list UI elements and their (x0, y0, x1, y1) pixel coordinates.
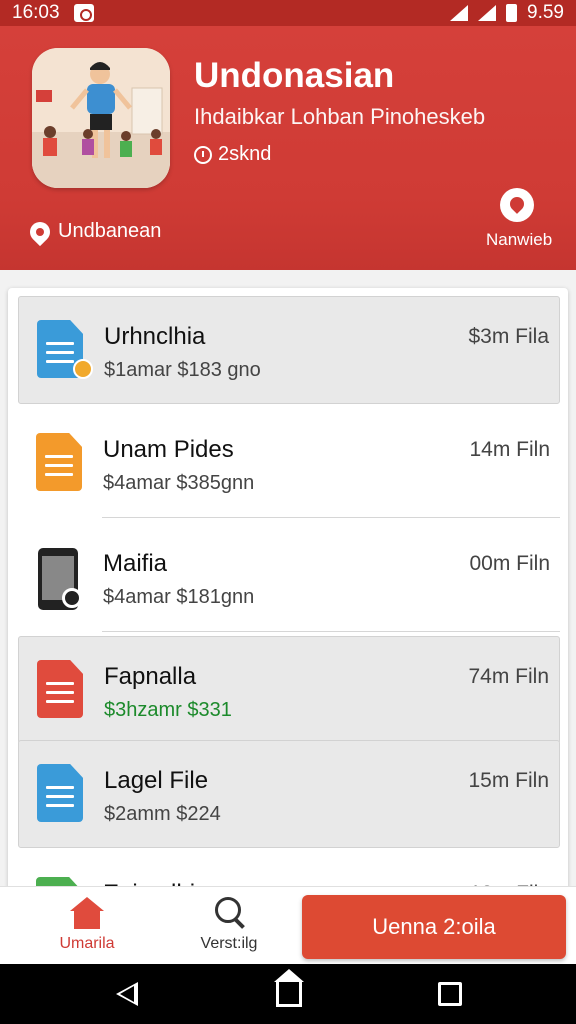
file-list-item[interactable]: Fapnalla $3hzamr $331 74m Filn (18, 636, 560, 744)
home-button-icon[interactable] (274, 969, 304, 1007)
file-list-item[interactable]: Lagel File $2amm $224 15m Filn (18, 740, 560, 848)
file-size: $3m Fila (468, 325, 549, 348)
file-name: Lagel File (104, 767, 209, 794)
status-time: 16:03 (12, 2, 60, 23)
document-icon (36, 433, 82, 491)
location-link[interactable]: Undbanean (25, 217, 162, 246)
file-meta: $2amm $224 (104, 803, 221, 825)
nav-search-label: Verst:ilg (200, 935, 258, 952)
wifi-icon (478, 5, 497, 21)
navigate-button[interactable]: Nanwieb (486, 188, 552, 250)
file-name: Unam Pides (103, 436, 234, 463)
app-subtitle: Ihdaibkar Lohban Pinoheskeb (194, 104, 486, 129)
primary-action-button[interactable]: Uenna 2:oila (302, 895, 566, 959)
file-list: Urhnclhia $1amar $183 gno $3m Fila Unam Pid… (8, 288, 568, 898)
row-divider (102, 517, 560, 518)
file-size: 15m Filn (468, 769, 549, 792)
file-name: Maifia (103, 550, 168, 577)
file-size: 14m Filn (469, 438, 550, 461)
file-size: 00m Filn (469, 552, 550, 575)
file-size: 74m Filn (468, 665, 549, 688)
location-text: Undbanean (58, 220, 162, 242)
app-avatar (32, 48, 170, 188)
file-meta: $4amar $385gnn (103, 472, 255, 494)
nav-search[interactable]: Verst:ilg (186, 897, 272, 953)
nav-home[interactable]: Umarila (50, 897, 124, 953)
clock-icon (194, 145, 212, 164)
file-name: Urhnclhia (104, 323, 206, 350)
navigation-icon (500, 188, 534, 222)
back-icon[interactable] (116, 982, 138, 1006)
row-divider (102, 631, 560, 632)
document-icon (37, 660, 83, 718)
navigate-label: Nanwieb (486, 230, 553, 249)
status-bar: 16:03 9.59 (0, 0, 576, 26)
file-list-item[interactable]: Unam Pides $4amar $385gnn 14m Filn (18, 410, 560, 518)
status-dot-icon (62, 588, 82, 608)
app-header: Undonasian Ihdaibkar Lohban Pinoheskeb 2… (0, 26, 576, 296)
file-meta: $1amar $183 gno (104, 359, 261, 381)
document-icon (37, 764, 83, 822)
recent-apps-icon[interactable] (438, 982, 462, 1006)
signal-icon (450, 5, 469, 21)
file-name: Fapnalla (104, 663, 197, 690)
notification-icon (73, 4, 94, 22)
file-list-item[interactable]: Maifia $4amar $181gnn 00m Filn (18, 524, 560, 632)
app-size: 2sknd (194, 143, 271, 166)
app-title: Undonasian (194, 56, 395, 95)
bottom-navigation: Umarila Verst:ilg Uenna 2:oila (0, 886, 576, 964)
search-icon (213, 897, 245, 929)
file-list-item[interactable]: Urhnclhia $1amar $183 gno $3m Fila (18, 296, 560, 404)
check-badge-icon (73, 359, 93, 379)
system-navigation-bar (0, 964, 576, 1024)
location-pin-icon (25, 217, 55, 246)
nav-home-label: Umarila (59, 935, 115, 952)
app-size-text: 2sknd (218, 143, 272, 165)
battery-text: 9.59 (527, 2, 564, 23)
home-icon (70, 897, 104, 929)
battery-icon (506, 4, 518, 22)
file-meta: $4amar $181gnn (103, 586, 255, 608)
file-meta: $3hzamr $331 (104, 699, 232, 721)
